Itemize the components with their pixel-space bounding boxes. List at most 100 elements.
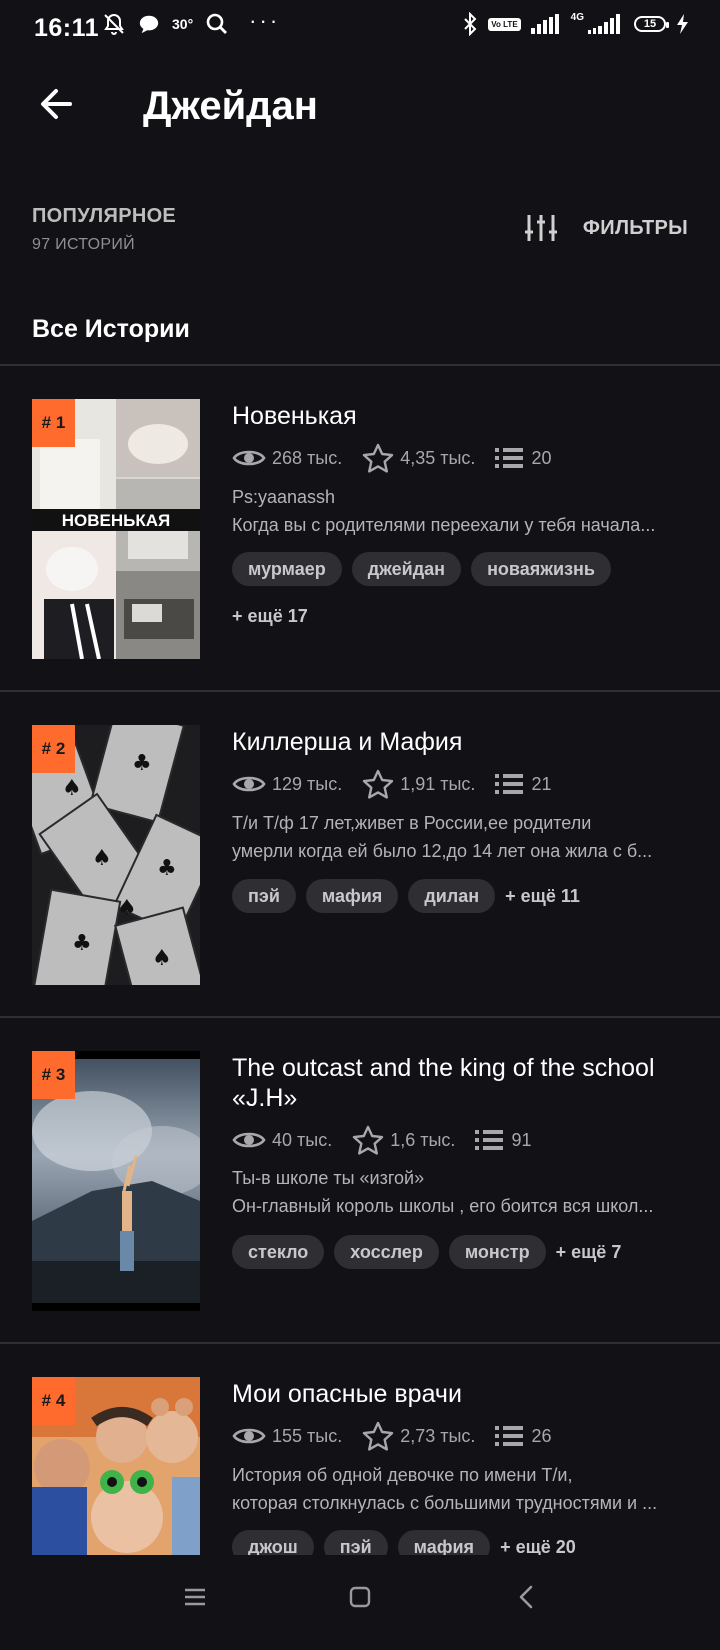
story-description: История об одной девочке по имени Т/и, к… — [232, 1461, 692, 1517]
more-notifications-icon: ··· — [249, 8, 281, 33]
rank-badge: # 1 — [32, 399, 75, 447]
views-count: 155 тыс. — [272, 1425, 343, 1446]
votes-count: 1,91 тыс. — [400, 773, 476, 794]
story-title: Киллерша и Мафия — [232, 728, 463, 756]
votes-count: 1,6 тыс. — [390, 1129, 456, 1150]
filters-button[interactable]: ФИЛЬТРЫ — [524, 213, 688, 243]
notifications-off-icon — [104, 13, 124, 35]
description-line-2: умерли когда ей было 12,до 14 лет она жи… — [232, 841, 653, 861]
home-button-icon[interactable] — [348, 1585, 372, 1609]
tag-list: стекло хосслер монстр + ещё 7 — [232, 1235, 621, 1269]
status-bar: 16:11 30° ··· Vo LTE 4G 15 — [0, 0, 720, 56]
views-count: 268 тыс. — [272, 447, 343, 468]
more-tags-link[interactable]: + ещё 7 — [556, 1242, 622, 1263]
list-icon — [475, 1130, 504, 1150]
svg-text:♣: ♣ — [132, 751, 152, 776]
tag-chip[interactable]: стекло — [232, 1235, 325, 1269]
story-item[interactable]: ♠ ♣ ♠ ♣ ♣ ♠ ♠ # 2 Киллерша и Мафия 129 тыс. … — [0, 692, 720, 1018]
story-stats: 155 тыс. 2,73 тыс. 26 — [232, 1421, 571, 1451]
story-item[interactable]: # 4 Мои опасные врачи 155 тыс. 2,73 тыс.… — [0, 1344, 720, 1555]
tag-chip[interactable]: мафия — [397, 1530, 491, 1555]
star-icon — [363, 769, 394, 799]
more-tags-link[interactable]: + ещё 17 — [232, 606, 308, 627]
tag-chip[interactable]: дилан — [408, 879, 496, 913]
views-count: 129 тыс. — [272, 773, 343, 794]
battery-level: 15 — [643, 18, 657, 30]
back-arrow-icon[interactable] — [36, 84, 76, 124]
star-icon — [363, 443, 394, 473]
story-stats: 268 тыс. 4,35 тыс. 20 — [232, 443, 571, 473]
tag-list: джош пэй мафия + ещё 20 — [232, 1530, 576, 1555]
star-icon — [363, 1421, 394, 1451]
list-icon — [495, 774, 524, 794]
tag-list: мурмаер джейдан новаяжизнь — [232, 552, 621, 586]
tag-chip[interactable]: мурмаер — [232, 552, 342, 586]
section-title: Все Истории — [32, 315, 190, 343]
tag-chip[interactable]: пэй — [232, 879, 296, 913]
description-line-1: Ты-в школе ты «изгой» — [232, 1168, 425, 1188]
description-line-2: которая столкнулась с большими трудностя… — [232, 1493, 658, 1513]
parts-count: 20 — [531, 447, 552, 468]
app-bar: Джейдан — [0, 64, 720, 152]
description-line-1: История об одной девочке по имени Т/и, — [232, 1465, 573, 1485]
story-stats: 129 тыс. 1,91 тыс. 21 — [232, 769, 571, 799]
svg-text:♠: ♠ — [92, 846, 112, 871]
signal-4g-icon — [588, 14, 620, 34]
description-line-1: Т/и Т/ф 17 лет,живет в России,ее родител… — [232, 813, 592, 833]
story-stats: 40 тыс. 1,6 тыс. 91 — [232, 1125, 551, 1155]
filters-label: ФИЛЬТРЫ — [582, 216, 688, 239]
tag-chip[interactable]: новаяжизнь — [471, 552, 611, 586]
rank-badge: # 3 — [32, 1051, 75, 1099]
rank-badge: # 4 — [32, 1377, 75, 1425]
story-description: Т/и Т/ф 17 лет,живет в России,ее родител… — [232, 809, 692, 865]
svg-text:♠: ♠ — [62, 776, 82, 801]
cover-text: НОВЕНЬКАЯ — [62, 511, 170, 530]
svg-text:♠: ♠ — [152, 946, 172, 971]
story-title: Мои опасные врачи — [232, 1380, 462, 1408]
tag-chip[interactable]: джош — [232, 1530, 314, 1555]
tag-chip[interactable]: пэй — [323, 1530, 388, 1555]
signal-icon — [530, 14, 559, 34]
votes-count: 4,35 тыс. — [400, 447, 476, 468]
list-icon — [495, 448, 524, 468]
search-icon — [206, 13, 228, 34]
tag-chip[interactable]: мафия — [305, 879, 399, 913]
svg-text:♣: ♣ — [72, 931, 92, 956]
volte-icon: Vo LTE — [488, 17, 521, 31]
network-type: 4G — [570, 11, 584, 23]
page-title: Джейдан — [143, 84, 318, 128]
sliders-icon — [524, 215, 557, 241]
tag-chip[interactable]: хосслер — [334, 1235, 439, 1269]
story-title: The outcast and the king of the school «… — [232, 1054, 655, 1112]
more-tags-link[interactable]: + ещё 20 — [500, 1537, 576, 1556]
story-item[interactable]: НОВЕНЬКАЯ # 1 Новенькая 268 тыс. 4,35 ты… — [0, 366, 720, 692]
story-item[interactable]: # 3 The outcast and the king of the scho… — [0, 1018, 720, 1344]
system-navigation-bar — [0, 1555, 720, 1650]
back-button-icon[interactable] — [515, 1585, 539, 1609]
description-line-2: Когда вы с родителями переехали у тебя н… — [232, 515, 656, 535]
eye-icon — [232, 450, 266, 466]
svg-text:♣: ♣ — [157, 856, 177, 881]
list-icon — [495, 1426, 524, 1446]
parts-count: 21 — [531, 773, 552, 794]
status-time: 16:11 — [34, 14, 100, 42]
tag-chip[interactable]: джейдан — [351, 552, 462, 586]
sort-filter-row: ПОПУЛЯРНОЕ 97 ИСТОРИЙ ФИЛЬТРЫ — [32, 205, 688, 255]
views-count: 40 тыс. — [272, 1129, 333, 1150]
story-description: Ты-в школе ты «изгой» Он-главный король … — [232, 1164, 692, 1220]
votes-count: 2,73 тыс. — [400, 1425, 476, 1446]
story-title: Новенькая — [232, 402, 357, 430]
bluetooth-icon — [464, 12, 477, 36]
eye-icon — [232, 776, 266, 792]
charging-icon — [677, 14, 688, 34]
chat-bubble-icon — [139, 15, 159, 34]
recent-apps-icon[interactable] — [183, 1585, 207, 1609]
battery-icon: 15 — [634, 16, 669, 32]
more-tags-link[interactable]: + ещё 11 — [505, 886, 580, 907]
parts-count: 91 — [511, 1129, 532, 1150]
description-line-2: Он-главный король школы , его боится вся… — [232, 1196, 654, 1216]
svg-text:♠: ♠ — [117, 896, 137, 921]
weather-temperature: 30° — [172, 16, 194, 32]
tag-list: пэй мафия дилан + ещё 11 — [232, 879, 580, 913]
tag-chip[interactable]: монстр — [448, 1235, 546, 1269]
